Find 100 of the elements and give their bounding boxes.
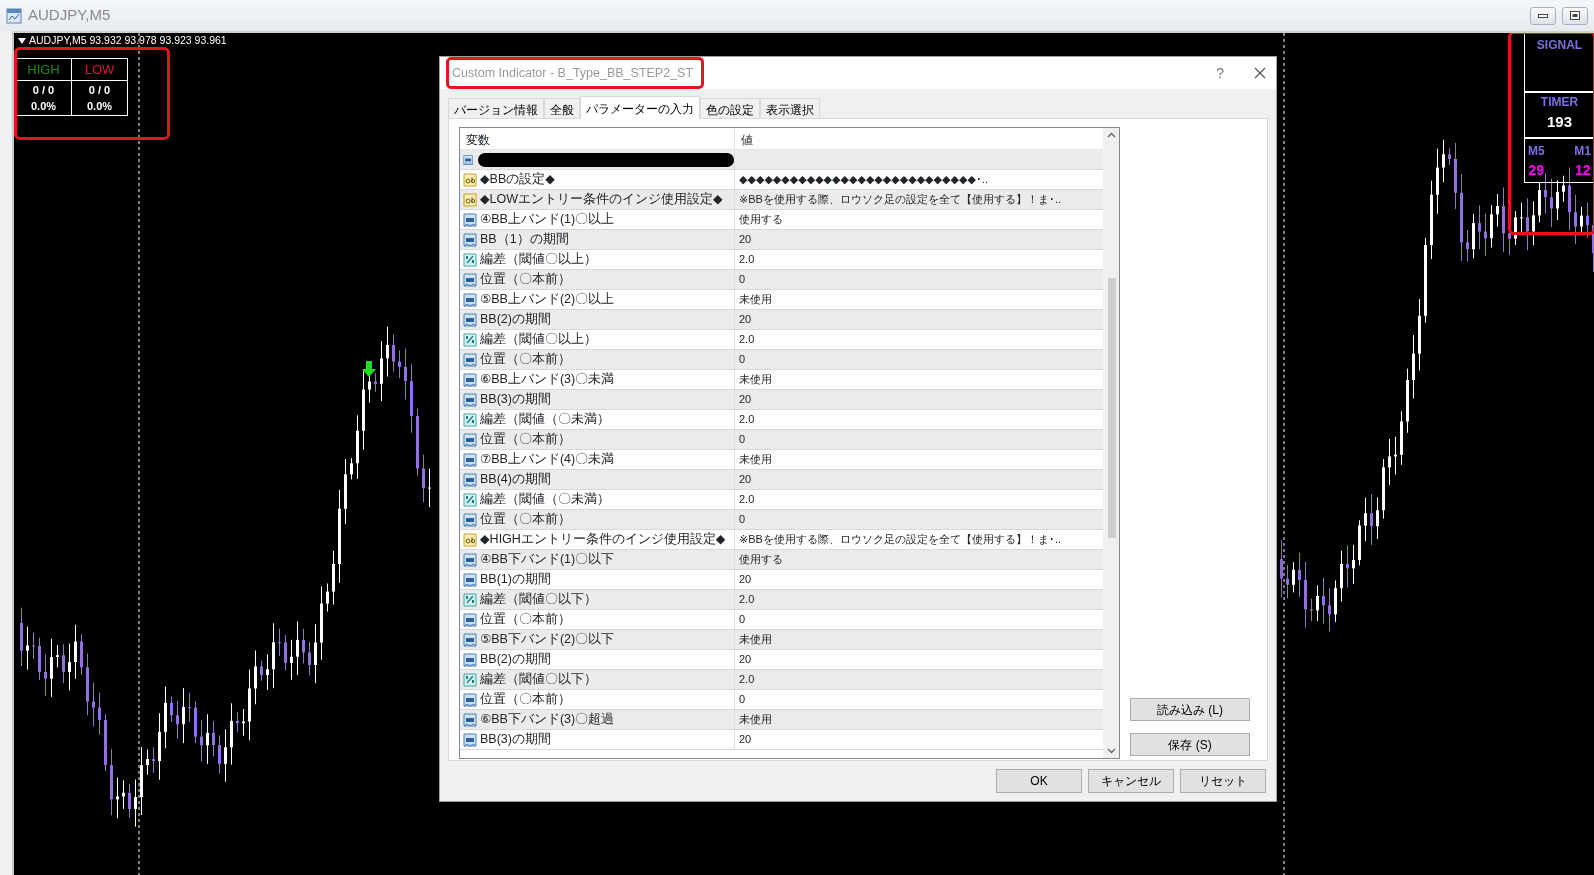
table-row[interactable]: BB(4)の期間 20 — [460, 470, 1103, 490]
table-row[interactable] — [460, 150, 1103, 170]
scrollbar-thumb[interactable] — [1107, 278, 1116, 538]
timeframe-value: 29 — [1528, 161, 1545, 180]
number-type-icon — [463, 692, 477, 707]
parameter-name: ⑤BB上バンド(2)〇以上 — [480, 291, 615, 309]
side-button[interactable]: 読み込み (L) — [1130, 698, 1250, 722]
restore-icon — [1570, 11, 1580, 20]
parameter-value: 20 — [739, 732, 752, 748]
dialog-button[interactable]: リセット — [1180, 769, 1266, 794]
parameter-value: 20 — [739, 392, 752, 408]
signal-label: SIGNAL — [1535, 37, 1584, 54]
parameter-name: ④BB下バンド(1)〇以下 — [480, 551, 615, 569]
parameter-name: ⑥BB下バンド(3)〇超過 — [480, 711, 615, 729]
table-row[interactable]: 位置（〇本前） 0 — [460, 430, 1103, 450]
table-row[interactable]: 編差（閾値〇以下） 2.0 — [460, 590, 1103, 610]
table-row[interactable]: ◆LOWエントリー条件のインジ使用設定◆ ※BBを使用する際、ロウソク足の設定を全て【使用する】！ま･.. — [460, 190, 1103, 210]
parameter-value: 未使用 — [739, 632, 772, 648]
parameter-value: 0 — [739, 272, 746, 288]
text-type-icon — [463, 192, 477, 207]
restore-button[interactable] — [1562, 6, 1588, 25]
number-type-icon — [463, 652, 477, 667]
number-type-icon — [463, 472, 477, 487]
side-button[interactable]: 保存 (S) — [1130, 733, 1250, 757]
scroll-down-icon[interactable] — [1107, 748, 1116, 754]
column-header[interactable]: 変数 — [460, 128, 735, 149]
parameter-name: 編差（閾値〇以上） — [480, 251, 597, 269]
help-button[interactable]: ? — [1216, 62, 1224, 84]
table-row[interactable]: 位置（〇本前） 0 — [460, 510, 1103, 530]
tab[interactable]: 表示選択 — [760, 98, 820, 118]
timeframe-label: M5 — [1528, 143, 1545, 160]
window-title: AUDJPY,M5 — [28, 5, 111, 26]
table-row[interactable]: 編差（閾値〇以下） 2.0 — [460, 670, 1103, 690]
tab[interactable]: バージョン情報 — [448, 98, 544, 118]
parameter-name: 編差（閾値〇以下） — [480, 671, 597, 689]
chart-window-icon — [6, 7, 22, 24]
dialog-button[interactable]: キャンセル — [1088, 769, 1174, 794]
dialog-button[interactable]: OK — [996, 769, 1082, 794]
down-arrow-icon — [361, 361, 377, 377]
tab[interactable]: 全般 — [544, 98, 580, 118]
chart-header-text: AUDJPY,M5 93.932 93.978 93.923 93.961 — [29, 33, 227, 48]
parameter-value: 2.0 — [739, 412, 755, 428]
parameter-value: 使用する — [739, 212, 783, 228]
stat-count: 0 / 0 — [87, 82, 112, 98]
table-row[interactable]: ⑥BB下バンド(3)〇超過 未使用 — [460, 710, 1103, 730]
column-header[interactable]: 値 — [735, 128, 1103, 149]
number-type-icon — [463, 512, 477, 527]
decimal-type-icon — [463, 332, 477, 347]
table-row[interactable]: BB(3)の期間 20 — [460, 730, 1103, 750]
parameter-name: ◆HIGHエントリー条件のインジ使用設定◆ — [480, 531, 726, 549]
parameter-value: 2.0 — [739, 592, 755, 608]
parameter-name: BB(2)の期間 — [480, 651, 551, 669]
tab[interactable]: 色の設定 — [700, 98, 760, 118]
parameter-value: 0 — [739, 432, 746, 448]
parameter-name: 編差（閾値（〇未満） — [480, 491, 610, 509]
close-icon[interactable] — [1254, 67, 1266, 79]
timer-label: TIMER — [1539, 94, 1580, 111]
parameter-name: 位置（〇本前） — [480, 351, 571, 369]
parameter-value: 未使用 — [739, 712, 772, 728]
number-type-icon — [463, 452, 477, 467]
number-type-icon — [463, 312, 477, 327]
number-type-icon — [463, 572, 477, 587]
scroll-up-icon[interactable] — [1107, 132, 1116, 138]
decimal-type-icon — [463, 592, 477, 607]
number-type-icon — [463, 152, 474, 167]
dropdown-triangle-icon[interactable] — [18, 37, 26, 44]
text-type-icon — [463, 532, 477, 547]
decimal-type-icon — [463, 252, 477, 267]
scrollbar[interactable] — [1103, 128, 1119, 758]
parameter-value: 0 — [739, 692, 746, 708]
parameter-name: ④BB上バンド(1)〇以上 — [480, 211, 615, 229]
minimize-icon — [1538, 13, 1548, 18]
table-row[interactable]: BB(2)の期間 20 — [460, 310, 1103, 330]
text-type-icon — [463, 172, 477, 187]
number-type-icon — [463, 372, 477, 387]
parameter-value: 20 — [739, 652, 752, 668]
table-row[interactable]: BB(3)の期間 20 — [460, 390, 1103, 410]
parameter-value: 20 — [739, 572, 752, 588]
parameter-name: 編差（閾値〇以上） — [480, 331, 597, 349]
parameter-value: 2.0 — [739, 332, 755, 348]
stat-rate: 0.0% — [85, 99, 114, 114]
parameter-value: 0 — [739, 512, 746, 528]
minimize-button[interactable] — [1530, 6, 1556, 25]
table-row[interactable]: 位置（〇本前） 0 — [460, 270, 1103, 290]
parameter-name: 位置（〇本前） — [480, 511, 571, 529]
parameter-name: BB(4)の期間 — [480, 471, 551, 489]
number-type-icon — [463, 552, 477, 567]
table-row[interactable]: 位置（〇本前） 0 — [460, 350, 1103, 370]
parameter-value: 2.0 — [739, 672, 755, 688]
table-row[interactable]: ④BB下バンド(1)〇以下 使用する — [460, 550, 1103, 570]
parameter-name: BB(1)の期間 — [480, 571, 551, 589]
parameter-name: BB(3)の期間 — [480, 731, 551, 749]
parameter-name: ⑤BB下バンド(2)〇以下 — [480, 631, 615, 649]
parameter-name: 位置（〇本前） — [480, 611, 571, 629]
table-row[interactable]: ⑤BB下バンド(2)〇以下 未使用 — [460, 630, 1103, 650]
parameter-name: ◆LOWエントリー条件のインジ使用設定◆ — [480, 191, 723, 209]
parameter-name: ◆BBの設定◆ — [480, 171, 555, 189]
parameter-name: 編差（閾値〇以下） — [480, 591, 597, 609]
tab[interactable]: パラメーターの入力 — [580, 96, 700, 119]
table-row[interactable]: BB（1）の期間 20 — [460, 230, 1103, 250]
